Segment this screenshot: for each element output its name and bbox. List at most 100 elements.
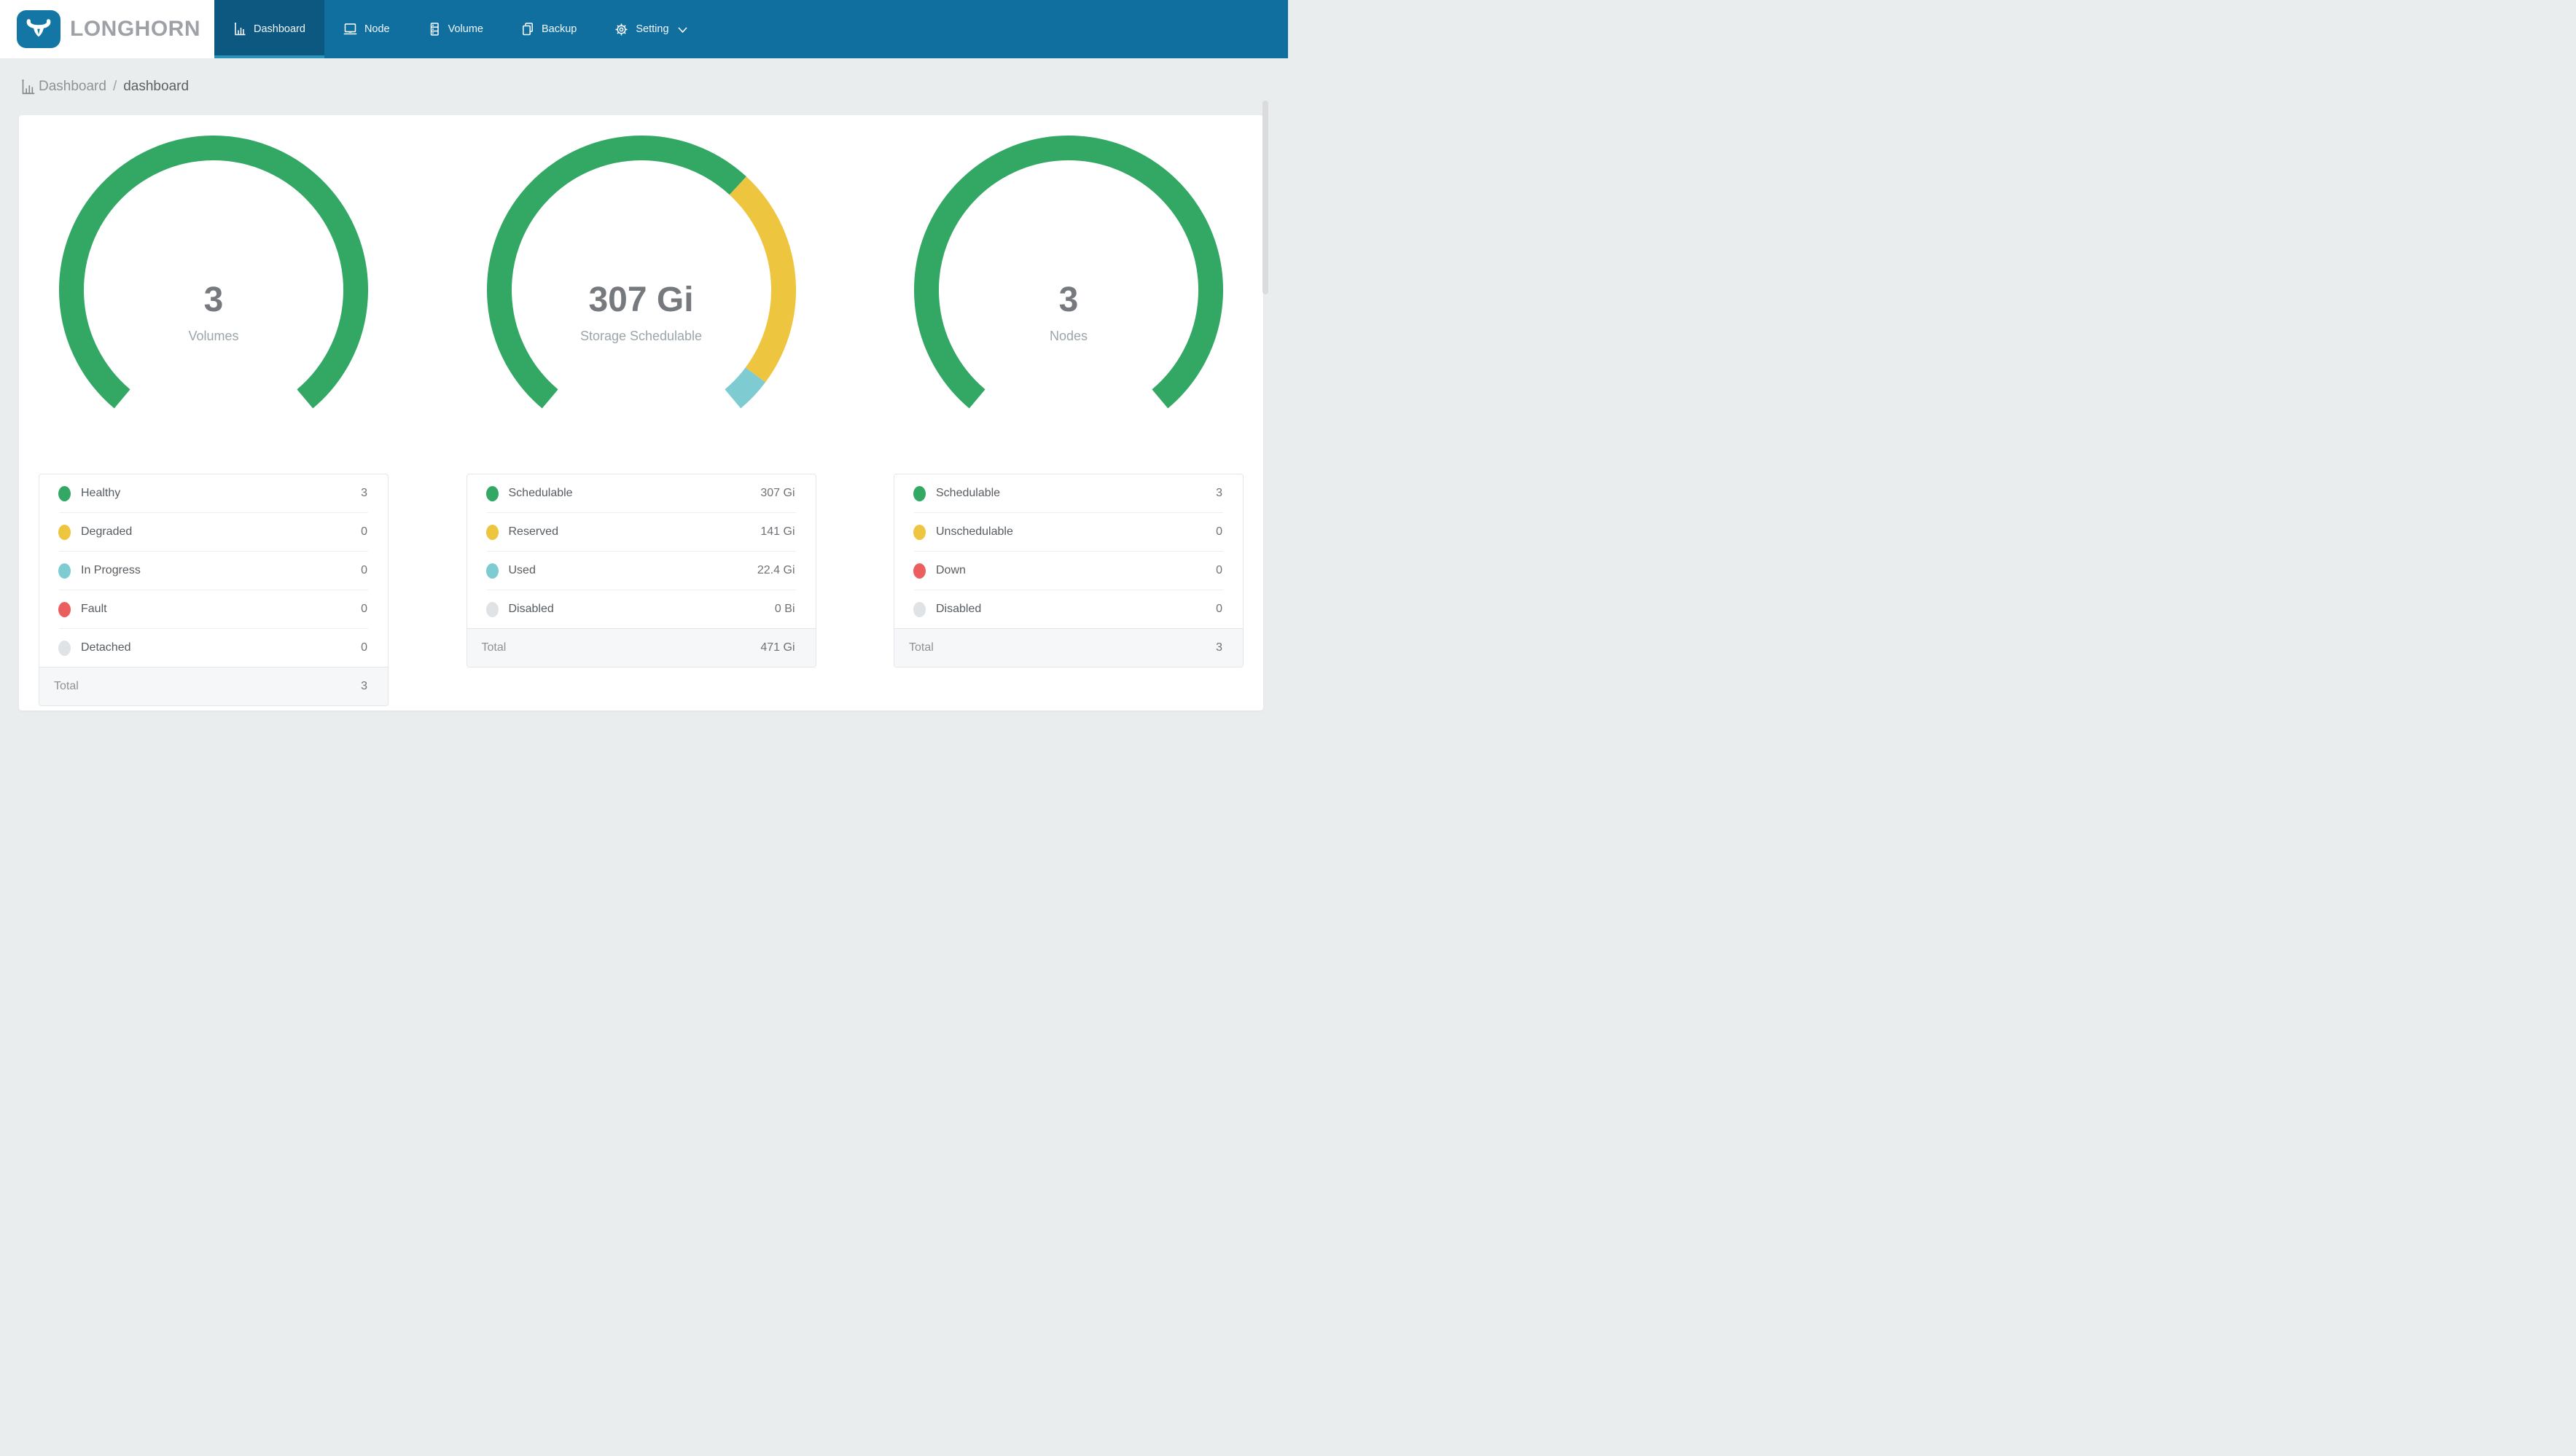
legend-label: Healthy — [81, 487, 121, 499]
total-value: 3 — [361, 680, 367, 692]
legend-value: 0 — [361, 564, 367, 576]
volumes-gauge: 3 Volumes — [59, 136, 368, 445]
nodes-legend-table: Schedulable 3 Unschedulable 0 Down 0 Dis… — [894, 474, 1244, 668]
storage-gauge: 307 Gi Storage Schedulable — [486, 136, 796, 445]
app-logo[interactable]: LONGHORN — [0, 0, 214, 58]
legend-label: Detached — [81, 641, 131, 654]
total-value: 471 Gi — [760, 641, 795, 654]
legend-total-row: Total 471 Gi — [467, 628, 816, 667]
storage-gauge-label: Storage Schedulable — [579, 329, 703, 343]
bar-chart-icon — [233, 23, 246, 36]
legend-label: Unschedulable — [936, 525, 1013, 538]
nav-tab-backup[interactable]: Backup — [502, 0, 596, 58]
legend-row-unschedulable: Unschedulable 0 — [894, 513, 1243, 551]
legend-value: 0 — [361, 603, 367, 615]
legend-row-in-progress: In Progress 0 — [39, 552, 388, 590]
nav-tab-label: Setting — [636, 23, 669, 35]
storage-schedulable-amount: 307 Gi — [588, 281, 694, 319]
legend-dot — [58, 563, 71, 579]
total-label: Total — [54, 680, 79, 692]
legend-dot — [913, 563, 926, 579]
breadcrumb: Dashboard / dashboard — [0, 58, 1288, 115]
volumes-legend-table: Healthy 3 Degraded 0 In Progress 0 Fault… — [39, 474, 389, 706]
legend-value: 3 — [361, 487, 367, 499]
total-label: Total — [481, 641, 507, 654]
legend-value: 0 — [1216, 564, 1222, 576]
legend-row-disabled: Disabled 0 — [894, 590, 1243, 628]
nav-tab-setting[interactable]: Setting — [596, 0, 706, 58]
legend-label: Reserved — [508, 525, 558, 538]
legend-row-schedulable: Schedulable 307 Gi — [467, 474, 816, 512]
legend-dot — [913, 485, 926, 501]
storage-panel: 307 Gi Storage Schedulable Schedulable 3… — [466, 136, 816, 706]
total-label: Total — [909, 641, 934, 654]
nodes-count: 3 — [1058, 281, 1079, 319]
brand-name: LONGHORN — [70, 17, 200, 41]
nav-tab-label: Dashboard — [254, 23, 305, 35]
legend-label: Fault — [81, 603, 107, 615]
legend-value: 141 Gi — [760, 525, 795, 538]
nav-tab-label: Node — [364, 23, 390, 35]
legend-label: Schedulable — [508, 487, 573, 499]
volumes-count: 3 — [203, 281, 224, 319]
nodes-gauge: 3 Nodes — [914, 136, 1223, 445]
legend-value: 0 — [1216, 603, 1222, 615]
nav-tab-volume[interactable]: Volume — [409, 0, 502, 58]
chevron-down-icon — [677, 27, 687, 34]
legend-row-detached: Detached 0 — [39, 629, 388, 667]
nodes-panel: 3 Nodes Schedulable 3 Unschedulable 0 Do… — [894, 136, 1244, 706]
legend-dot — [913, 601, 926, 617]
nav-tab-label: Backup — [541, 23, 577, 35]
legend-dot — [485, 563, 499, 579]
breadcrumb-separator: / — [112, 79, 117, 94]
legend-label: In Progress — [81, 564, 141, 576]
legend-value: 0 — [361, 525, 367, 538]
legend-value: 0 — [1216, 525, 1222, 538]
volume-icon — [428, 23, 441, 36]
legend-row-degraded: Degraded 0 — [39, 513, 388, 551]
legend-row-down: Down 0 — [894, 552, 1243, 590]
legend-dot — [485, 485, 499, 501]
scrollbar-thumb[interactable] — [1262, 101, 1268, 294]
legend-value: 0 Bi — [774, 603, 795, 615]
backup-icon — [521, 23, 534, 36]
gear-icon — [614, 23, 628, 36]
main-nav: Dashboard Node Volume Backup Setting — [214, 0, 706, 58]
breadcrumb-current-page: dashboard — [123, 79, 190, 94]
legend-label: Disabled — [936, 603, 982, 615]
legend-label: Down — [936, 564, 966, 576]
legend-value: 22.4 Gi — [757, 564, 795, 576]
legend-label: Degraded — [81, 525, 133, 538]
breadcrumb-section[interactable]: Dashboard — [39, 79, 106, 95]
legend-dot — [485, 601, 499, 617]
legend-dot — [485, 524, 499, 540]
app-header: LONGHORN Dashboard Node Volume Backup Se… — [0, 0, 1288, 58]
dashboard-card: 3 Volumes Healthy 3 Degraded 0 In Progre… — [19, 115, 1263, 711]
total-value: 3 — [1216, 641, 1222, 654]
legend-row-used: Used 22.4 Gi — [467, 552, 816, 590]
legend-value: 307 Gi — [760, 487, 795, 499]
legend-label: Used — [508, 564, 536, 576]
volumes-panel: 3 Volumes Healthy 3 Degraded 0 In Progre… — [39, 136, 389, 706]
legend-row-reserved: Reserved 141 Gi — [467, 513, 816, 551]
node-icon — [343, 23, 357, 36]
legend-row-fault: Fault 0 — [39, 590, 388, 628]
storage-legend-table: Schedulable 307 Gi Reserved 141 Gi Used … — [466, 474, 816, 668]
longhorn-bull-icon — [17, 10, 61, 48]
legend-dot — [58, 640, 71, 656]
volumes-gauge-label: Volumes — [188, 329, 239, 343]
legend-value: 0 — [361, 641, 367, 654]
legend-total-row: Total 3 — [894, 628, 1243, 667]
bar-chart-icon — [20, 79, 36, 95]
legend-dot — [58, 601, 71, 617]
nav-tab-dashboard[interactable]: Dashboard — [214, 0, 324, 58]
legend-label: Disabled — [508, 603, 554, 615]
legend-total-row: Total 3 — [39, 667, 388, 705]
legend-value: 3 — [1216, 487, 1222, 499]
nodes-gauge-label: Nodes — [1049, 329, 1088, 343]
nav-tab-node[interactable]: Node — [324, 0, 409, 58]
legend-label: Schedulable — [936, 487, 1001, 499]
legend-row-disabled: Disabled 0 Bi — [467, 590, 816, 628]
legend-dot — [913, 524, 926, 540]
legend-dot — [58, 485, 71, 501]
